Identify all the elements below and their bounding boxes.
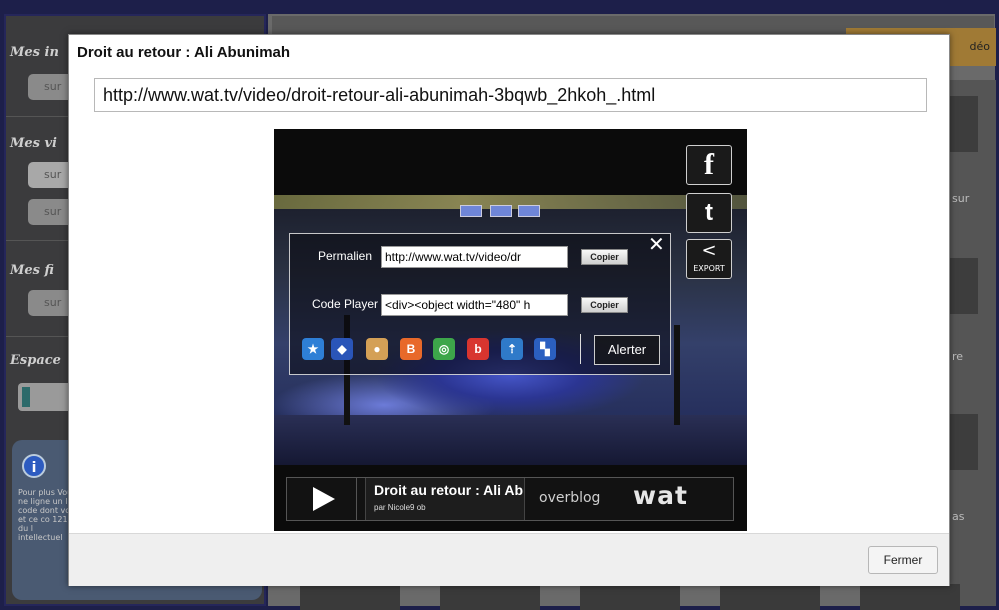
facebook-icon: f xyxy=(704,148,714,181)
overblog-logo[interactable]: overblog xyxy=(539,490,600,506)
myspace-icon[interactable]: ● xyxy=(366,338,388,360)
twitter-icon: t xyxy=(705,199,713,226)
close-button[interactable]: Fermer xyxy=(868,546,938,574)
share-dialog: Droit au retour : Ali Abunimah http://ww… xyxy=(68,34,950,586)
wat-logo[interactable]: wat xyxy=(633,481,688,510)
bg-section-label: Mes fi xyxy=(10,263,54,278)
copy-permalink-button[interactable]: Copier xyxy=(581,249,628,265)
studio-monitor xyxy=(460,205,482,217)
studio-monitor xyxy=(490,205,512,217)
bg-section-label: Mes vi xyxy=(10,136,57,151)
windows-live-icon[interactable]: ◆ xyxy=(331,338,353,360)
video-info: Droit au retour : Ali Abunimah par Nicol… xyxy=(365,478,525,520)
overblog-icon[interactable]: b xyxy=(467,338,489,360)
code-player-label: Code Player xyxy=(311,297,378,311)
camera-rig xyxy=(674,325,680,425)
dialog-footer: Fermer xyxy=(69,533,949,586)
bg-thumbnail xyxy=(950,96,978,152)
video-player[interactable]: f t < EXPORT ✕ Permalien http://www.wat.… xyxy=(274,129,747,531)
bg-thumbnail xyxy=(860,584,960,610)
separator xyxy=(580,334,581,364)
permalink-field[interactable]: http://www.wat.tv/video/dr xyxy=(381,246,568,268)
twitter-share-button[interactable]: t xyxy=(686,193,732,233)
delicious-icon[interactable]: ▚ xyxy=(534,338,556,360)
bg-thumbnail xyxy=(950,258,978,314)
permalink-label: Permalien xyxy=(317,249,372,263)
export-button[interactable]: < EXPORT xyxy=(686,239,732,279)
report-button[interactable]: Alerter xyxy=(594,335,660,365)
share-icon: < xyxy=(701,240,717,261)
bg-thumbnail xyxy=(580,584,680,610)
play-button[interactable] xyxy=(287,478,357,520)
blogger-icon[interactable]: B xyxy=(400,338,422,360)
bg-right-label: as xyxy=(952,510,965,523)
bg-thumbnail xyxy=(950,414,978,470)
info-icon: i xyxy=(22,454,46,478)
studio-monitor xyxy=(518,205,540,217)
bg-section-label: Espace xyxy=(10,353,61,368)
dialog-title: Droit au retour : Ali Abunimah xyxy=(77,44,291,61)
netvibes-icon[interactable]: ◎ xyxy=(433,338,455,360)
bg-thumbnail xyxy=(440,584,540,610)
play-icon xyxy=(313,487,335,511)
share-panel: ✕ Permalien http://www.wat.tv/video/dr C… xyxy=(289,233,671,375)
share-arrow-icon[interactable]: ⇡ xyxy=(501,338,523,360)
bg-thumbnail xyxy=(720,584,820,610)
bg-thumbnail xyxy=(300,584,400,610)
embed-code-field[interactable]: <div><object width="480" h xyxy=(381,294,568,316)
bg-right-label: re xyxy=(952,350,964,363)
bg-right-label: sur xyxy=(952,192,970,205)
favorites-icon[interactable]: ★ xyxy=(302,338,324,360)
copy-code-button[interactable]: Copier xyxy=(581,297,628,313)
export-label: EXPORT xyxy=(693,264,725,273)
video-title: Droit au retour : Ali Abunimah xyxy=(374,482,524,498)
player-control-bar: Droit au retour : Ali Abunimah par Nicol… xyxy=(286,477,734,521)
close-icon[interactable]: ✕ xyxy=(648,234,665,254)
video-url-field[interactable]: http://www.wat.tv/video/droit-retour-ali… xyxy=(94,78,927,112)
facebook-share-button[interactable]: f xyxy=(686,145,732,185)
bg-section-label: Mes in xyxy=(10,45,59,60)
video-author: par Nicole9 ob xyxy=(374,503,426,512)
background-right-column xyxy=(948,80,996,606)
